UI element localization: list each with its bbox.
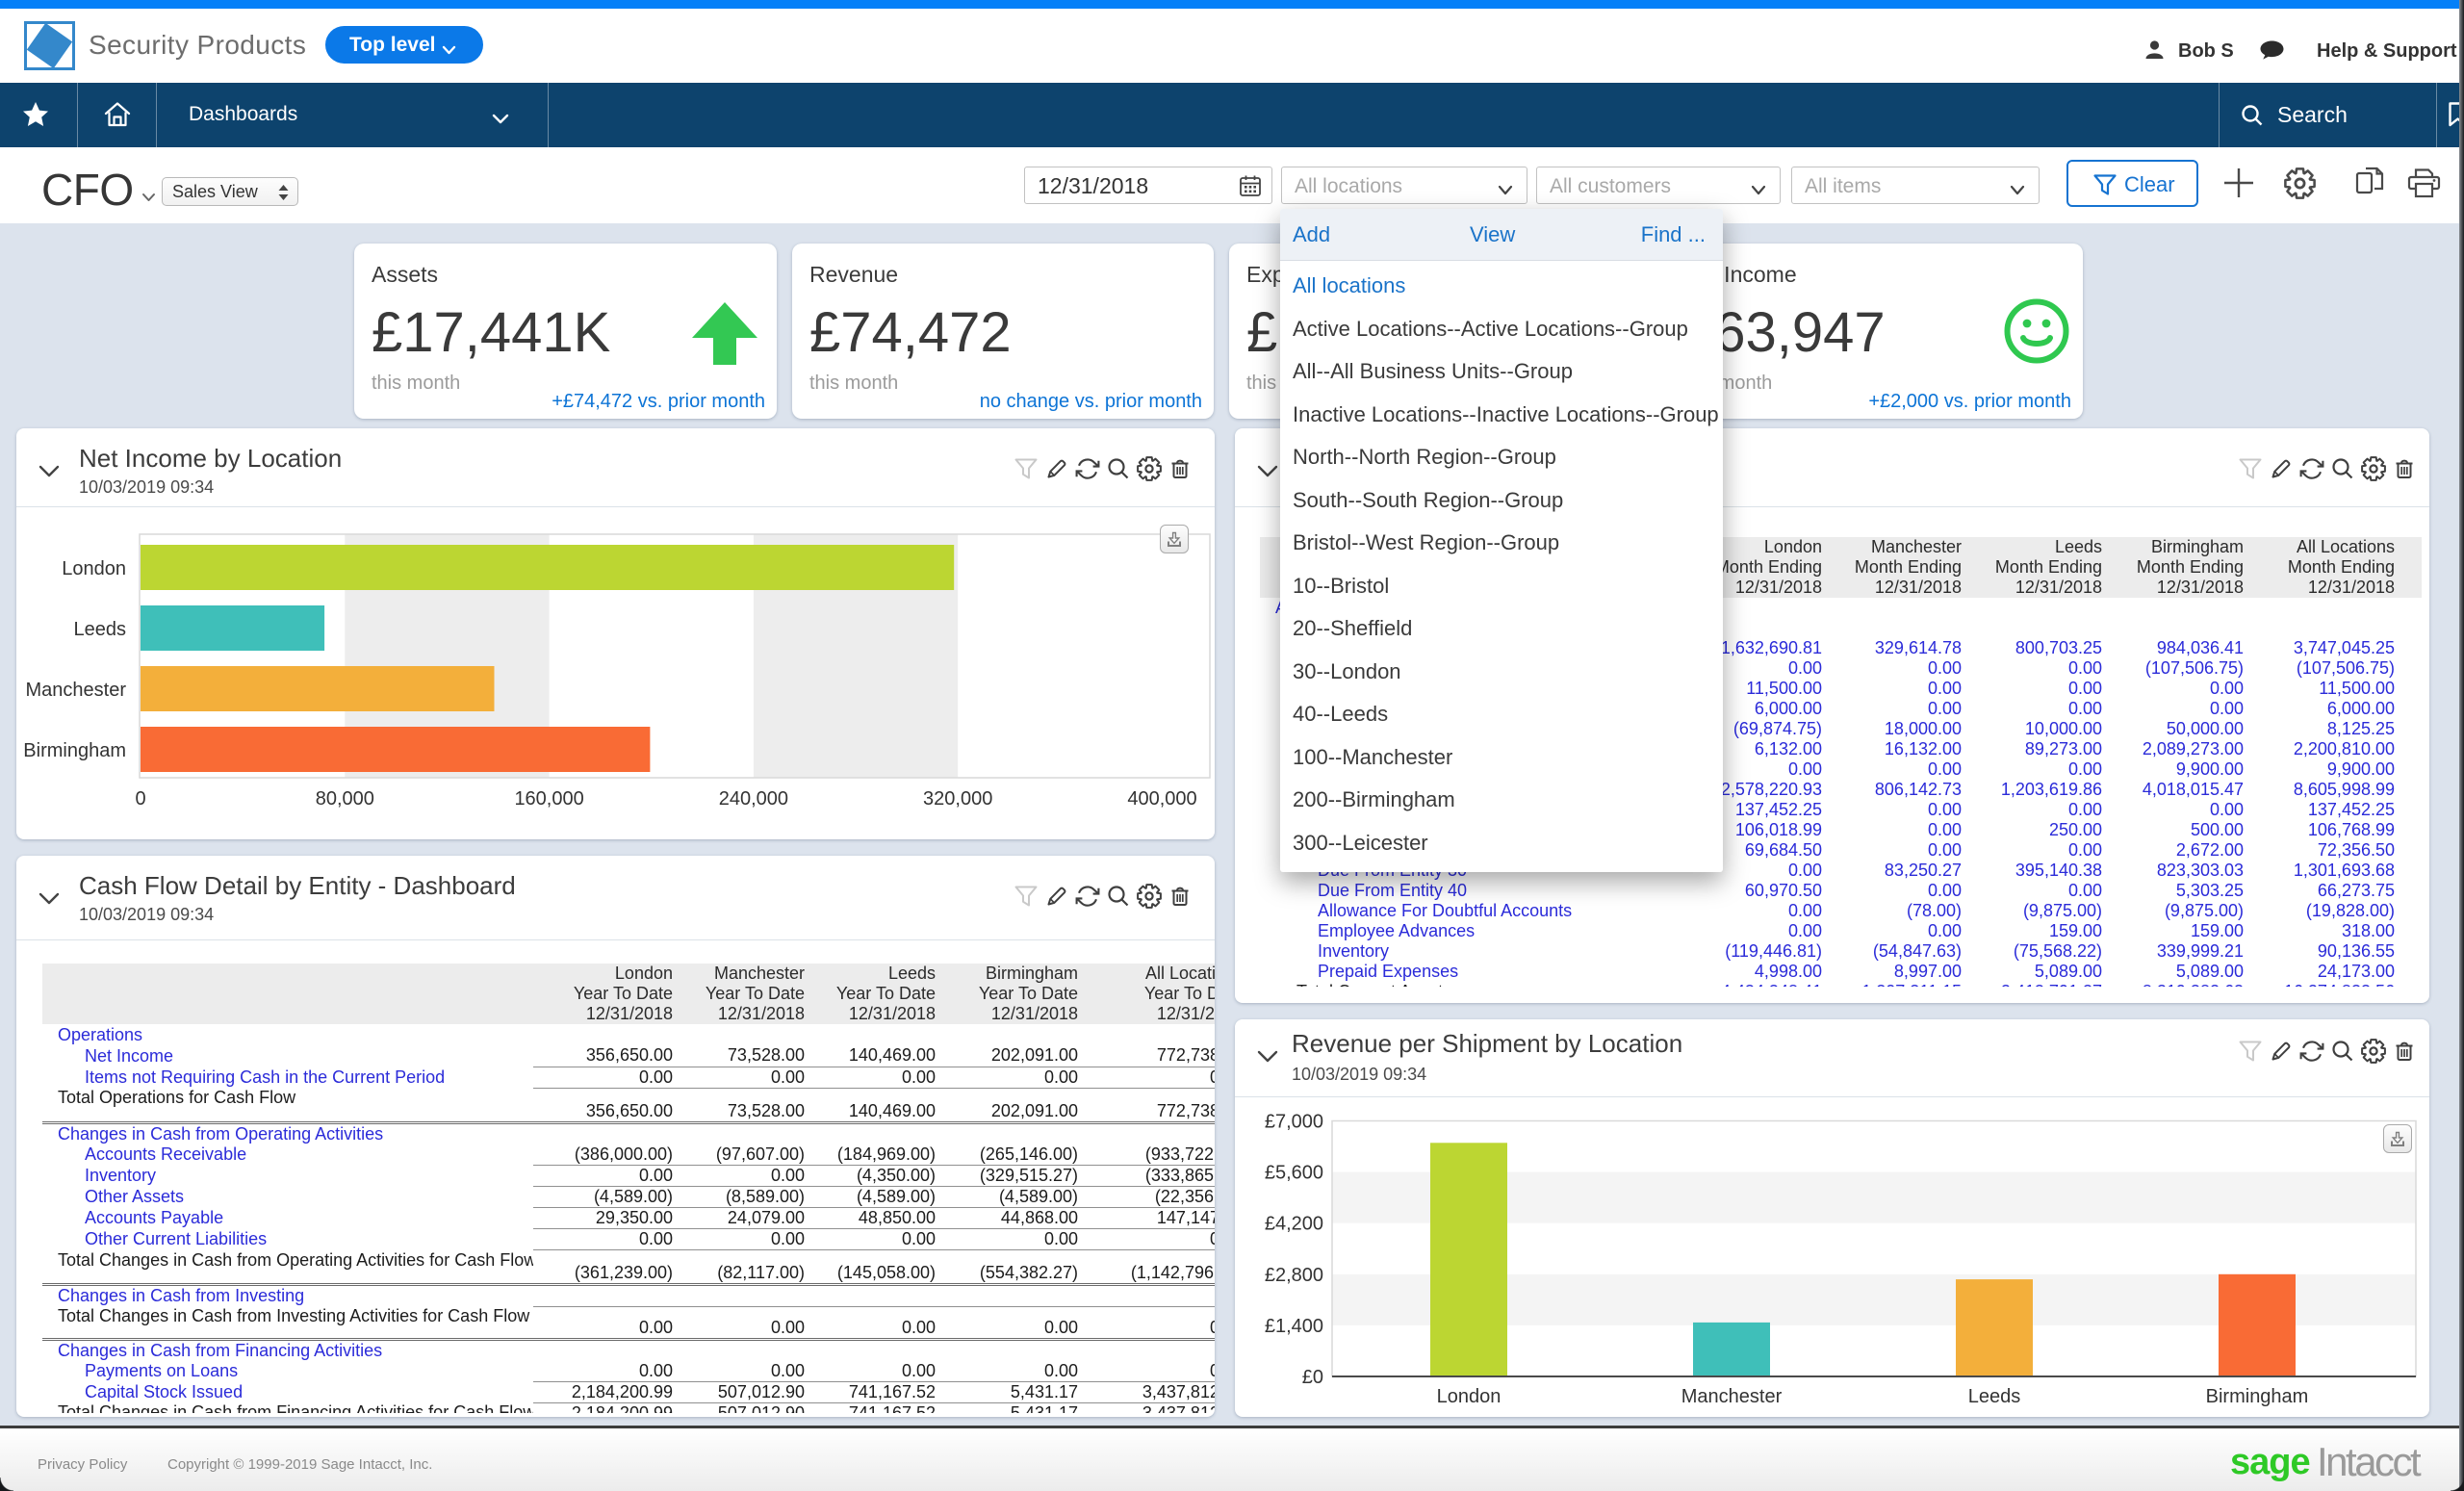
svg-text:Leeds: Leeds (1968, 1386, 2021, 1407)
svg-text:Manchester: Manchester (1681, 1386, 1783, 1407)
svg-text:£7,000: £7,000 (1265, 1112, 1323, 1133)
svg-text:£2,800: £2,800 (1265, 1265, 1323, 1286)
svg-text:London: London (1437, 1386, 1502, 1407)
svg-text:0: 0 (135, 788, 145, 810)
svg-text:80,000: 80,000 (316, 788, 374, 810)
svg-text:£1,400: £1,400 (1265, 1316, 1323, 1337)
svg-text:320,000: 320,000 (923, 788, 992, 810)
svg-text:£0: £0 (1302, 1367, 1323, 1388)
svg-text:Manchester: Manchester (26, 680, 127, 701)
svg-text:400,000: 400,000 (1127, 788, 1196, 810)
svg-text:Birmingham: Birmingham (23, 740, 126, 761)
svg-text:240,000: 240,000 (719, 788, 788, 810)
svg-text:Leeds: Leeds (74, 619, 127, 640)
svg-text:Birmingham: Birmingham (2206, 1386, 2309, 1407)
svg-text:£4,200: £4,200 (1265, 1214, 1323, 1235)
svg-text:£5,600: £5,600 (1265, 1163, 1323, 1184)
svg-text:160,000: 160,000 (514, 788, 583, 810)
svg-text:London: London (62, 558, 126, 579)
